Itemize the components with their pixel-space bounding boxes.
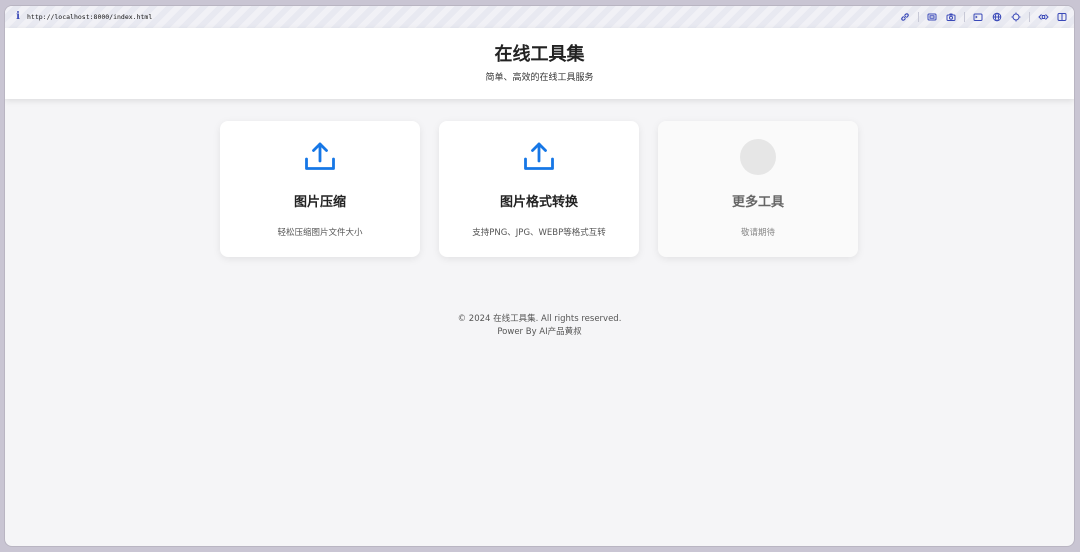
- tool-card-more-tools: 更多工具 敬请期待: [658, 121, 858, 257]
- code-icon[interactable]: [1037, 11, 1049, 23]
- camera-icon[interactable]: [945, 11, 957, 23]
- tool-card-description: 支持PNG、JPG、WEBP等格式互转: [472, 228, 606, 238]
- toolbar-separator: [964, 12, 965, 22]
- tool-card-title: 更多工具: [731, 195, 784, 210]
- screenshot-icon[interactable]: [926, 11, 938, 23]
- site-header: 在线工具集 简单、高效的在线工具服务: [5, 28, 1074, 99]
- browser-toolbar: i http://localhost:8000/index.html: [5, 6, 1074, 29]
- link-icon[interactable]: [899, 11, 911, 23]
- upload-icon: [302, 139, 338, 175]
- tool-card-image-compress[interactable]: 图片压缩 轻松压缩图片文件大小: [220, 121, 420, 257]
- address-bar[interactable]: http://localhost:8000/index.html: [27, 11, 152, 23]
- placeholder-icon: [740, 139, 776, 175]
- terminal-icon[interactable]: [972, 11, 984, 23]
- crosshair-icon[interactable]: [1010, 11, 1022, 23]
- sidebar-icon[interactable]: [1056, 11, 1068, 23]
- tool-card-description: 敬请期待: [740, 228, 775, 238]
- page-title: 在线工具集: [494, 44, 585, 65]
- site-footer: © 2024 在线工具集. All rights reserved. Power…: [5, 313, 1074, 339]
- toolbar-icons: [892, 11, 1068, 23]
- footer-credit: Power By AI产品黄叔: [497, 327, 582, 337]
- toolbar-separator: [1029, 12, 1030, 22]
- tool-card-format-convert[interactable]: 图片格式转换 支持PNG、JPG、WEBP等格式互转: [439, 121, 639, 257]
- tool-card-description: 轻松压缩图片文件大小: [277, 228, 363, 238]
- tool-card-title: 图片格式转换: [499, 195, 578, 210]
- browser-window: i http://localhost:8000/index.html 在线工具集…: [5, 6, 1074, 546]
- placeholder-circle: [740, 139, 776, 175]
- toolbar-separator: [918, 12, 919, 22]
- tool-card-title: 图片压缩: [293, 195, 346, 210]
- info-icon[interactable]: i: [15, 11, 21, 23]
- page-subtitle: 简单、高效的在线工具服务: [485, 73, 594, 83]
- upload-icon: [521, 139, 557, 175]
- globe-icon[interactable]: [991, 11, 1003, 23]
- footer-copyright: © 2024 在线工具集. All rights reserved.: [457, 314, 622, 324]
